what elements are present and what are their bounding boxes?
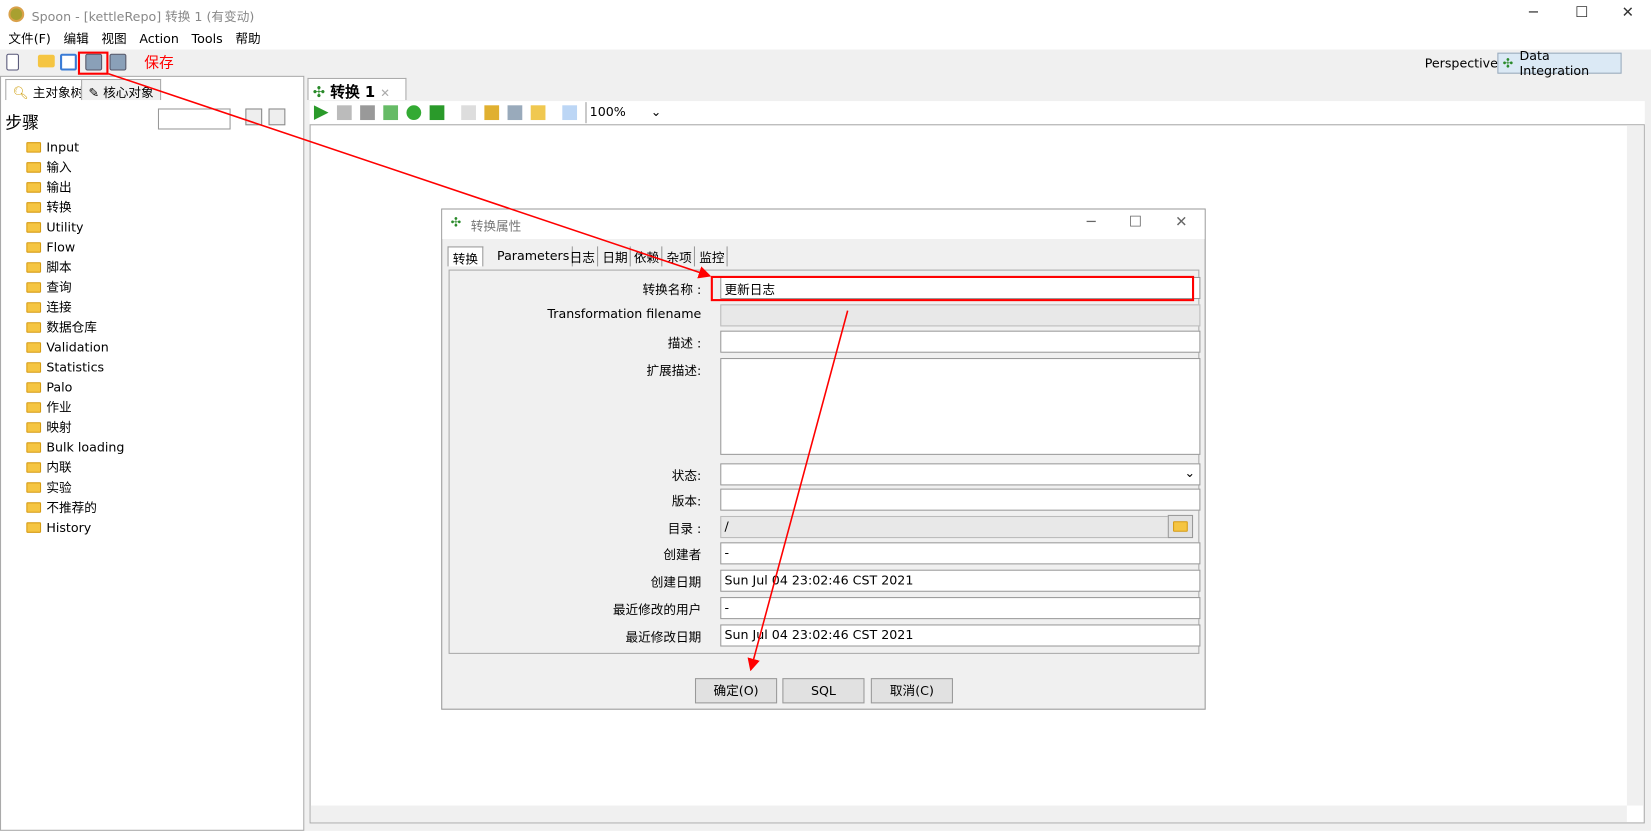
- arrow-save-to-name: [108, 72, 712, 279]
- arrow-name-to-ok: [747, 310, 849, 672]
- annotation-arrows: [108, 72, 849, 672]
